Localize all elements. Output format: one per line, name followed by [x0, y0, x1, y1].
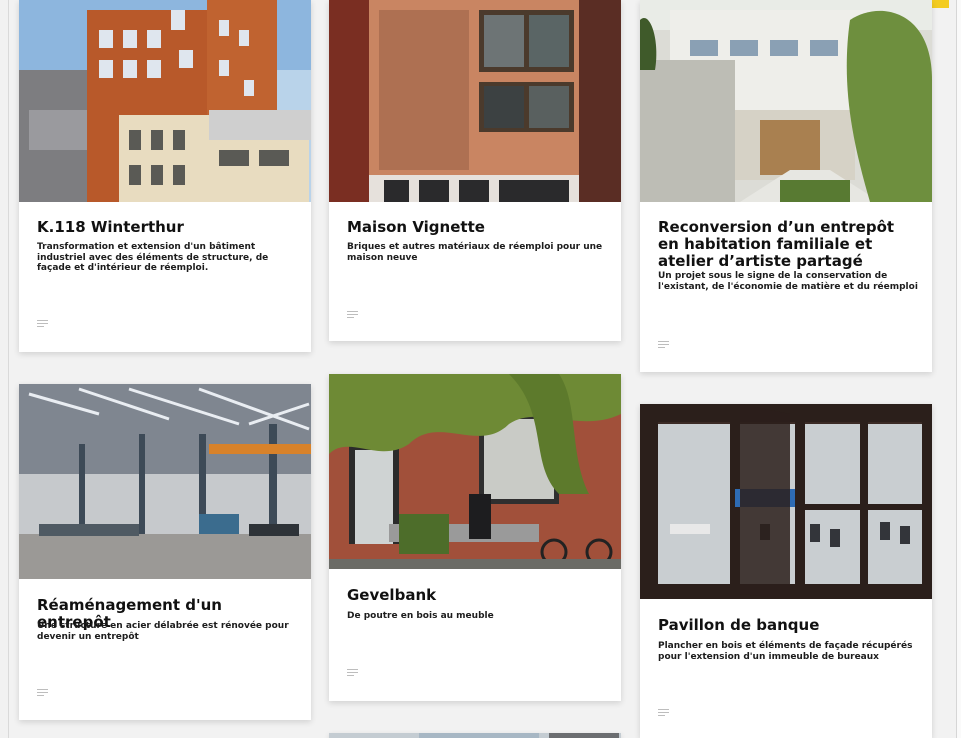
project-image[interactable]: [640, 404, 932, 599]
project-card-gevelbank[interactable]: Gevelbank De poutre en bois au meuble: [329, 374, 621, 701]
project-card-reamenagement-entrepot[interactable]: Réaménagement d'un entrepôt Une structur…: [19, 384, 311, 720]
text-lines-icon: [37, 320, 48, 327]
card-description: De poutre en bois au meuble: [347, 611, 494, 621]
card-title[interactable]: Pavillon de banque: [658, 617, 918, 634]
card-title[interactable]: Maison Vignette: [347, 219, 607, 236]
card-description: Transformation et extension d'un bâtimen…: [37, 242, 269, 273]
card-description: Un projet sous le signe de la conservati…: [658, 271, 918, 292]
text-lines-icon: [37, 689, 48, 696]
project-image[interactable]: [329, 374, 621, 569]
text-lines-icon: [347, 669, 358, 676]
scrollbar[interactable]: [956, 0, 961, 738]
project-image[interactable]: [640, 0, 932, 202]
project-card-maison-vignette[interactable]: Maison Vignette Briques et autres matéri…: [329, 0, 621, 341]
card-description: Plancher en bois et éléments de façade r…: [658, 641, 913, 662]
project-image[interactable]: [329, 733, 621, 738]
project-image[interactable]: [19, 0, 311, 202]
card-title[interactable]: Reconversion d’un entrepôt en habitation…: [658, 219, 918, 270]
text-lines-icon: [347, 311, 358, 318]
project-card-partial[interactable]: [329, 733, 621, 738]
card-description: Briques et autres matériaux de réemploi …: [347, 242, 603, 263]
card-description: Une structure en acier délabrée est réno…: [37, 621, 289, 642]
text-lines-icon: [658, 709, 669, 716]
project-card-k118-winterthur[interactable]: K.118 Winterthur Transformation et exten…: [19, 0, 311, 352]
card-title[interactable]: Gevelbank: [347, 587, 607, 604]
project-card-pavillon-de-banque[interactable]: Pavillon de banque Plancher en bois et é…: [640, 404, 932, 738]
project-image[interactable]: [19, 384, 311, 579]
text-lines-icon: [658, 341, 669, 348]
card-title[interactable]: K.118 Winterthur: [37, 219, 297, 236]
project-image[interactable]: [329, 0, 621, 202]
project-card-reconversion-entrepot[interactable]: Reconversion d’un entrepôt en habitation…: [640, 0, 932, 372]
